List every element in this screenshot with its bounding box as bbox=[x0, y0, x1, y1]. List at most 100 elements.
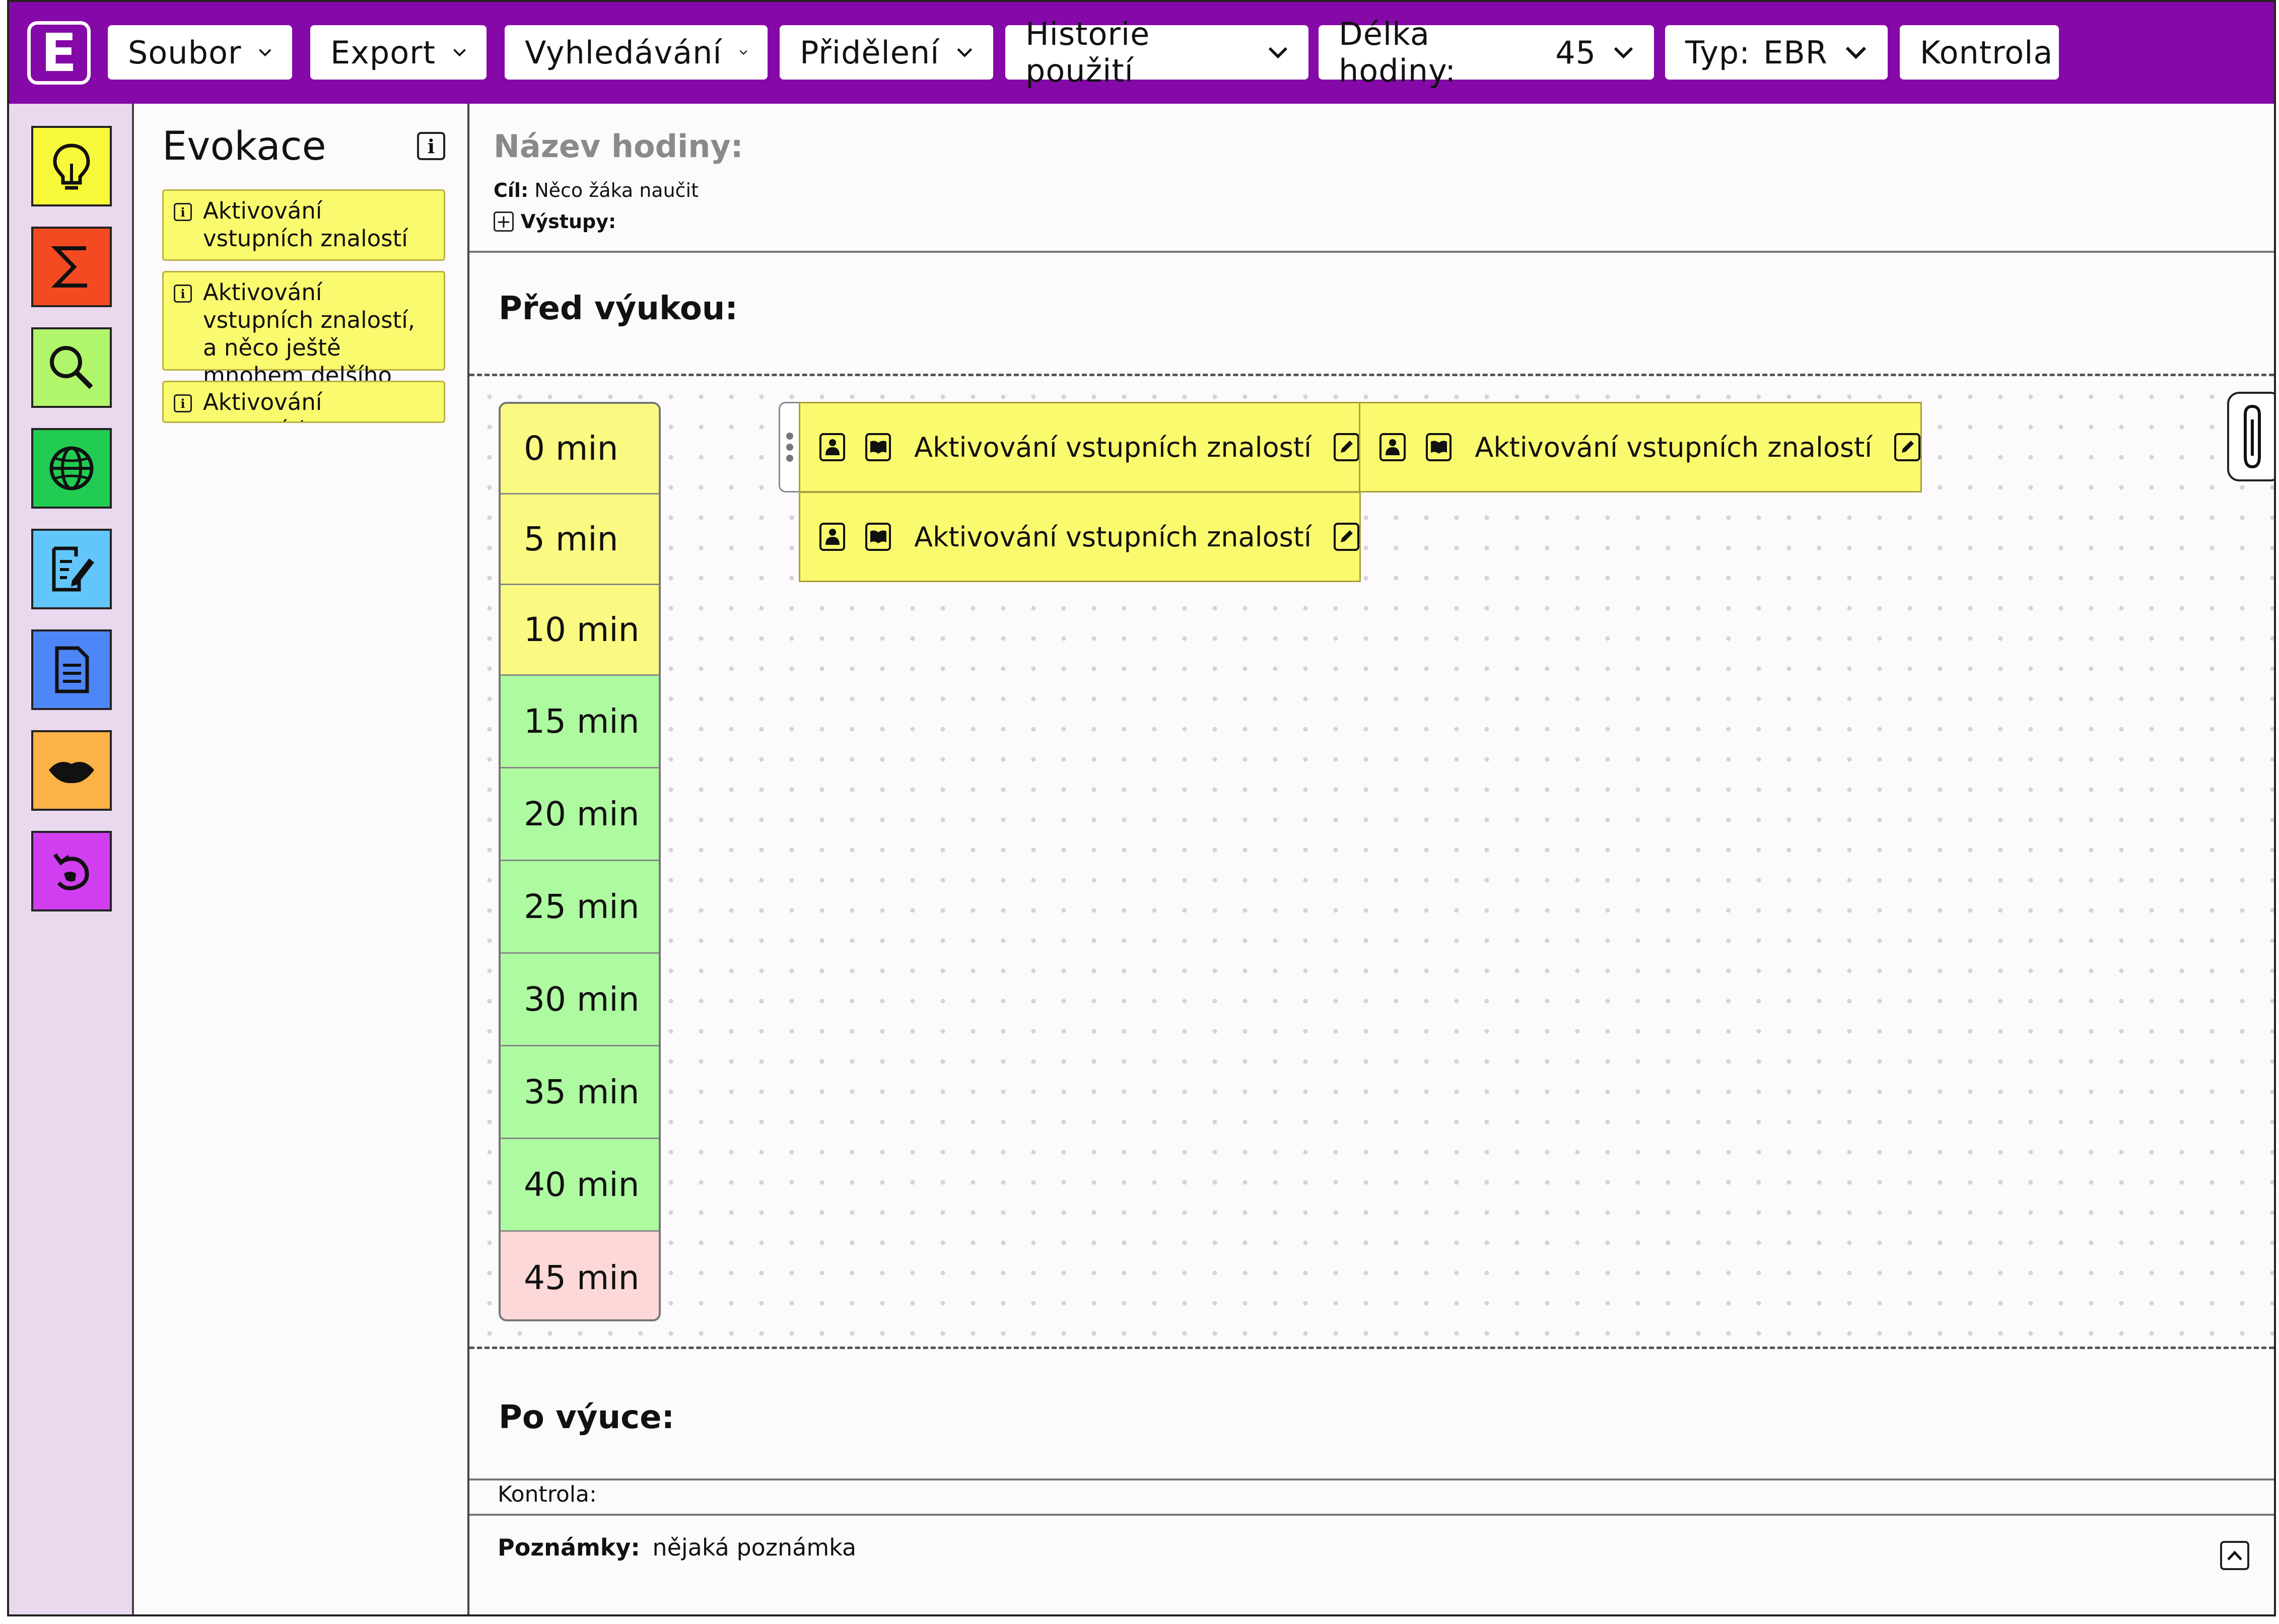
rail-button-reflection[interactable] bbox=[31, 831, 112, 911]
category-rail bbox=[9, 104, 134, 1614]
book-icon[interactable] bbox=[1425, 433, 1452, 461]
activity-card[interactable]: i Aktivování vstupních znalostí, a něco … bbox=[162, 271, 445, 389]
timeline-slot: 30 min bbox=[501, 954, 659, 1046]
info-icon[interactable]: i bbox=[174, 394, 192, 412]
paperclip-icon bbox=[2244, 404, 2261, 469]
person-icon[interactable] bbox=[819, 523, 846, 551]
person-icon[interactable] bbox=[819, 433, 846, 461]
lesson-canvas[interactable] bbox=[469, 377, 2274, 1343]
export-menu-label: Export bbox=[330, 34, 436, 71]
notes-label: Poznámky: bbox=[498, 1534, 640, 1561]
pencil-icon[interactable] bbox=[1333, 523, 1359, 551]
timeline-slot-label: 35 min bbox=[524, 1073, 640, 1111]
rail-button-document[interactable] bbox=[31, 629, 112, 710]
info-icon: i bbox=[427, 134, 435, 158]
chevron-down-icon bbox=[453, 49, 466, 57]
collapse-button[interactable] bbox=[2220, 1541, 2249, 1570]
after-lesson-title: Po výuce: bbox=[499, 1399, 675, 1436]
assign-menu-label: Přidělení bbox=[800, 34, 940, 71]
undo-hand-icon bbox=[53, 853, 89, 890]
activity-card[interactable]: i Aktivování vstupních bbox=[162, 381, 445, 423]
rail-button-evocation[interactable] bbox=[31, 126, 112, 206]
outputs-label: Výstupy: bbox=[521, 210, 616, 233]
lesson-name-field[interactable]: Název hodiny: bbox=[494, 128, 743, 165]
timeline-slot: 0 min bbox=[501, 404, 659, 495]
sigma-icon bbox=[51, 246, 87, 288]
notes-field[interactable]: Poznámky: nějaká poznámka bbox=[498, 1534, 856, 1561]
activity-block[interactable]: Aktivování vstupních znalostí bbox=[799, 491, 1361, 582]
assign-menu-button[interactable]: Přidělení bbox=[780, 25, 993, 80]
lightbulb-icon bbox=[53, 144, 90, 190]
check-button[interactable]: Kontrola bbox=[1900, 25, 2059, 80]
lesson-type-value: EBR bbox=[1763, 34, 1828, 71]
activity-card-label: Aktivování vstupních bbox=[203, 389, 322, 421]
history-menu-button[interactable]: Historie použití bbox=[1005, 16, 1308, 89]
timeline-slot-label: 40 min bbox=[524, 1165, 640, 1204]
panel-info-button[interactable]: i bbox=[417, 132, 445, 160]
rail-button-globe[interactable] bbox=[31, 428, 112, 509]
dashed-divider bbox=[469, 374, 2274, 376]
lesson-type-label: Typ: bbox=[1685, 34, 1751, 71]
dashed-divider bbox=[469, 1347, 2274, 1349]
panel-title: Evokace bbox=[162, 124, 326, 169]
chevron-down-icon bbox=[739, 50, 747, 55]
logo-letter: E bbox=[41, 22, 77, 84]
lesson-length-label: Délka hodiny: bbox=[1339, 16, 1457, 89]
before-lesson-title: Před výukou: bbox=[499, 290, 738, 327]
timeline-slot-label: 30 min bbox=[524, 980, 640, 1019]
attachment-button[interactable] bbox=[2227, 392, 2274, 481]
magnifier-icon bbox=[50, 346, 93, 389]
file-menu-button[interactable]: Soubor bbox=[108, 25, 292, 80]
lesson-length-value: 45 bbox=[1555, 34, 1597, 71]
info-icon[interactable]: i bbox=[174, 285, 192, 303]
timeline-slot: 35 min bbox=[501, 1046, 659, 1139]
export-menu-button[interactable]: Export bbox=[310, 25, 487, 80]
activity-block[interactable]: Aktivování vstupních znalostí bbox=[1359, 402, 1922, 492]
divider bbox=[469, 1478, 2274, 1480]
lesson-goal[interactable]: Cíl: Něco žáka naučit bbox=[494, 179, 699, 201]
timeline-slot: 20 min bbox=[501, 768, 659, 861]
lesson-editor: Název hodiny: Cíl: Něco žáka naučit + Vý… bbox=[469, 104, 2274, 1614]
rail-button-writing[interactable] bbox=[31, 529, 112, 609]
rail-button-math[interactable] bbox=[31, 227, 112, 307]
lips-icon bbox=[49, 762, 94, 784]
document-edit-icon bbox=[52, 546, 94, 592]
activity-block[interactable]: Aktivování vstupních znalostí bbox=[799, 402, 1361, 492]
notes-value: nějaká poznámka bbox=[652, 1534, 857, 1561]
timeline-slot: 40 min bbox=[501, 1139, 659, 1232]
app-logo[interactable]: E bbox=[27, 21, 91, 85]
chevron-down-icon bbox=[1614, 47, 1633, 59]
globe-icon bbox=[49, 446, 94, 490]
activity-card[interactable]: i Aktivování vstupních znalostí bbox=[162, 189, 445, 261]
goal-label: Cíl: bbox=[494, 179, 529, 201]
chevron-down-icon bbox=[957, 48, 973, 57]
history-menu-label: Historie použití bbox=[1025, 16, 1150, 89]
activity-card-label: Aktivování vstupních znalostí, a něco je… bbox=[203, 279, 416, 389]
search-menu-button[interactable]: Vyhledávání bbox=[505, 25, 768, 80]
timeline-slot: 5 min bbox=[501, 495, 659, 585]
activity-block-label: Aktivování vstupních znalostí bbox=[1475, 431, 1873, 463]
timeline-slot: 25 min bbox=[501, 861, 659, 954]
timeline-slot-label: 25 min bbox=[524, 887, 640, 926]
timeline-slot: 15 min bbox=[501, 676, 659, 768]
rail-button-speech[interactable] bbox=[31, 730, 112, 811]
drag-handle[interactable] bbox=[779, 402, 799, 492]
timeline-slot-label: 20 min bbox=[524, 795, 640, 833]
info-icon[interactable]: i bbox=[174, 203, 192, 221]
book-icon[interactable] bbox=[865, 523, 891, 551]
person-icon[interactable] bbox=[1379, 433, 1406, 461]
timeline: 0 min 5 min 10 min 15 min 20 min 25 min … bbox=[499, 402, 661, 1321]
outputs-toggle[interactable]: + Výstupy: bbox=[494, 210, 616, 233]
book-icon[interactable] bbox=[865, 433, 891, 461]
pencil-icon[interactable] bbox=[1333, 433, 1359, 461]
chevron-up-icon bbox=[2227, 1550, 2242, 1561]
lesson-type-select[interactable]: Typ: EBR bbox=[1665, 25, 1888, 80]
lesson-length-select[interactable]: Délka hodiny: 45 bbox=[1319, 16, 1654, 89]
rail-button-search[interactable] bbox=[31, 327, 112, 408]
divider bbox=[469, 1514, 2274, 1516]
timeline-slot: 10 min bbox=[501, 585, 659, 676]
document-icon bbox=[55, 646, 89, 693]
plus-icon: + bbox=[494, 211, 514, 232]
top-menu-bar: E Soubor Export Vyhledávání Přidělení Hi… bbox=[9, 2, 2274, 104]
pencil-icon[interactable] bbox=[1894, 433, 1921, 461]
